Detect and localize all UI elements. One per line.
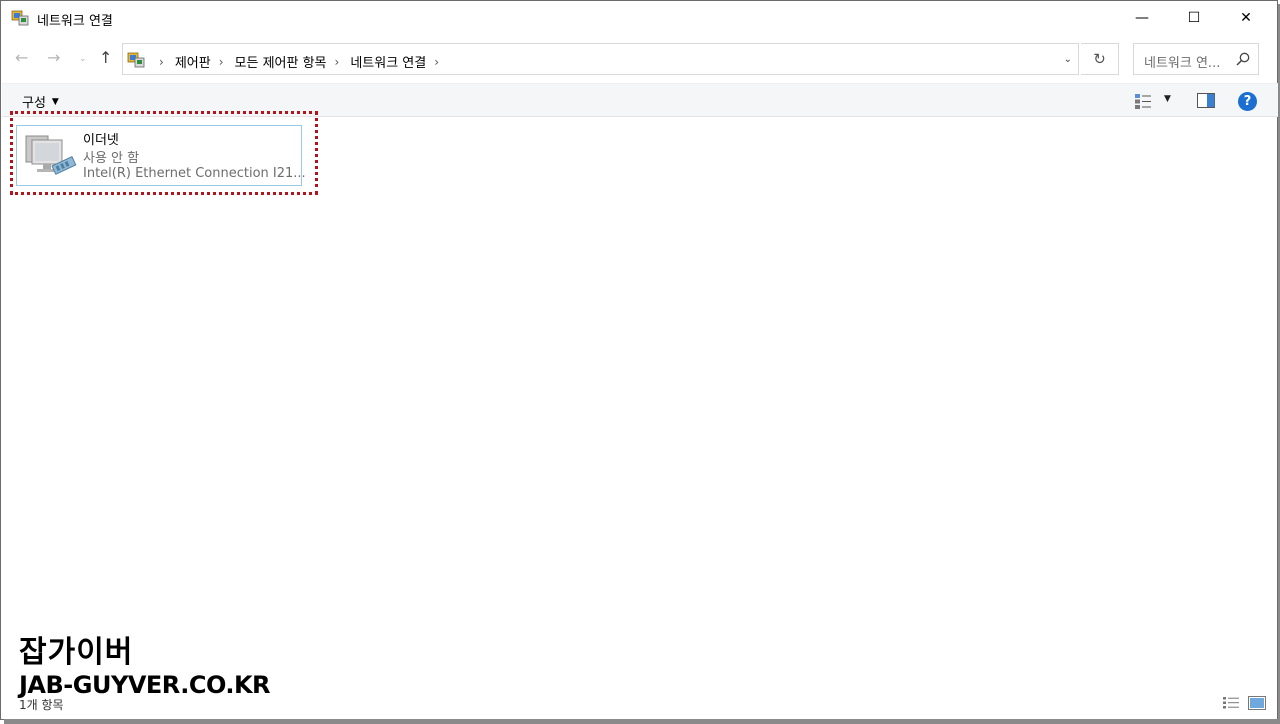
- organize-caret-icon: ▼: [51, 96, 59, 107]
- adapter-status: 사용 안 함: [83, 151, 140, 166]
- organize-label: 구성: [22, 96, 46, 111]
- watermark-url: JAB-GUYVER.CO.KR: [19, 671, 271, 699]
- address-bar[interactable]: › 제어판 › 모든 제어판 항목 › 네트워크 연결 › ⌄: [122, 43, 1079, 75]
- adapter-name: 이더넷: [83, 133, 119, 148]
- change-view-icon[interactable]: [1134, 92, 1152, 110]
- address-dropdown-icon[interactable]: ⌄: [1064, 54, 1072, 65]
- watermark-title: 잡가이버: [19, 635, 134, 670]
- breadcrumb-all-control-panel-items[interactable]: 모든 제어판 항목: [235, 52, 327, 71]
- back-arrow-icon[interactable]: ←: [15, 48, 28, 67]
- breadcrumb: › 제어판 › 모든 제어판 항목 › 네트워크 연결 ›: [151, 52, 450, 72]
- navigation-bar: ← → ⌄ ↑ › 제어판 › 모든 제어판 항목 › 네트워크 연결 › ⌄: [1, 39, 1277, 79]
- title-bar[interactable]: 네트워크 연결 — ☐ ✕: [1, 1, 1277, 35]
- organize-menu-button[interactable]: 구성 ▼: [22, 92, 59, 111]
- window-shadow-bottom: [4, 719, 1280, 724]
- breadcrumb-network-connections[interactable]: 네트워크 연결: [350, 52, 426, 71]
- details-view-icon[interactable]: [1222, 696, 1240, 710]
- recent-locations-chevron-icon[interactable]: ⌄: [79, 54, 87, 64]
- up-arrow-icon[interactable]: ↑: [99, 48, 112, 67]
- breadcrumb-separator[interactable]: ›: [434, 55, 439, 69]
- minimize-button[interactable]: —: [1119, 1, 1165, 35]
- breadcrumb-separator[interactable]: ›: [219, 55, 224, 69]
- network-connections-window: 네트워크 연결 — ☐ ✕ ← → ⌄ ↑ › 제어판 › 모든 제어판 항목 …: [0, 0, 1278, 720]
- adapter-device: Intel(R) Ethernet Connection I21...: [83, 166, 306, 181]
- breadcrumb-separator[interactable]: ›: [335, 55, 340, 69]
- breadcrumb-control-panel[interactable]: 제어판: [175, 52, 211, 71]
- network-adapter-item[interactable]: 이더넷 사용 안 함 Intel(R) Ethernet Connection …: [16, 125, 306, 186]
- close-button[interactable]: ✕: [1223, 1, 1269, 35]
- search-icon: [1236, 52, 1250, 66]
- help-button[interactable]: ?: [1238, 92, 1257, 111]
- control-panel-icon: [127, 52, 145, 68]
- breadcrumb-separator[interactable]: ›: [159, 55, 164, 69]
- refresh-button[interactable]: ↻: [1081, 43, 1119, 75]
- large-icons-view-icon[interactable]: [1248, 696, 1266, 710]
- maximize-button[interactable]: ☐: [1171, 1, 1217, 35]
- search-box[interactable]: 네트워크 연...: [1133, 43, 1259, 75]
- forward-arrow-icon[interactable]: →: [47, 48, 60, 67]
- window-title: 네트워크 연결: [37, 14, 113, 29]
- search-placeholder: 네트워크 연...: [1144, 56, 1221, 71]
- item-count: 1개 항목: [19, 698, 64, 712]
- network-connections-icon: [11, 10, 29, 26]
- preview-pane-icon[interactable]: [1197, 93, 1215, 108]
- refresh-icon: ↻: [1093, 50, 1106, 68]
- view-dropdown-caret-icon[interactable]: ▼: [1164, 94, 1171, 104]
- ethernet-adapter-icon: [25, 135, 77, 175]
